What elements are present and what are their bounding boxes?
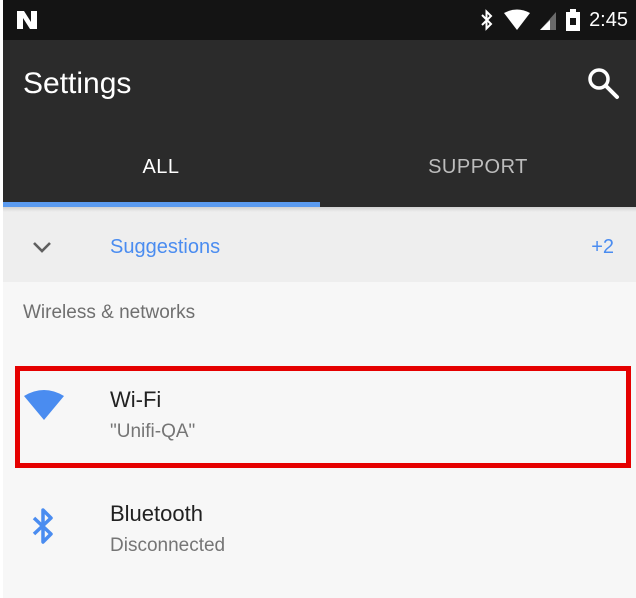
suggestions-count: +2 bbox=[591, 236, 614, 258]
bluetooth-subtitle: Disconnected bbox=[110, 535, 226, 556]
page-title: Settings bbox=[23, 67, 132, 100]
battery-icon bbox=[566, 9, 581, 31]
chevron-down-icon bbox=[33, 242, 51, 253]
cell-signal-icon bbox=[540, 12, 557, 30]
notification-n-icon bbox=[17, 11, 37, 29]
app-toolbar: Settings bbox=[3, 40, 636, 126]
tab-support[interactable]: SUPPORT bbox=[320, 126, 636, 208]
suggestions-row[interactable]: Suggestions +2 bbox=[3, 212, 636, 282]
bluetooth-icon bbox=[32, 508, 53, 544]
suggestions-label: Suggestions bbox=[110, 236, 221, 258]
tab-all-label: ALL bbox=[142, 155, 180, 178]
bluetooth-title: Bluetooth bbox=[110, 501, 203, 526]
tab-support-label: SUPPORT bbox=[428, 155, 528, 178]
section-header: Wireless & networks bbox=[23, 302, 196, 323]
wifi-signal-icon bbox=[504, 9, 531, 30]
settings-screen: 2:45 Settings ALL SUPPORT Suggestions +2… bbox=[3, 0, 636, 598]
status-icons: 2:45 bbox=[479, 0, 628, 40]
tab-bar: ALL SUPPORT bbox=[3, 126, 636, 208]
highlight-box bbox=[15, 366, 631, 468]
status-bar: 2:45 bbox=[3, 0, 636, 40]
tab-all[interactable]: ALL bbox=[3, 126, 319, 208]
status-time: 2:45 bbox=[589, 8, 628, 31]
search-icon[interactable] bbox=[586, 66, 620, 100]
bluetooth-setting-item[interactable]: Bluetooth Disconnected bbox=[3, 472, 636, 580]
bluetooth-icon bbox=[481, 9, 493, 31]
